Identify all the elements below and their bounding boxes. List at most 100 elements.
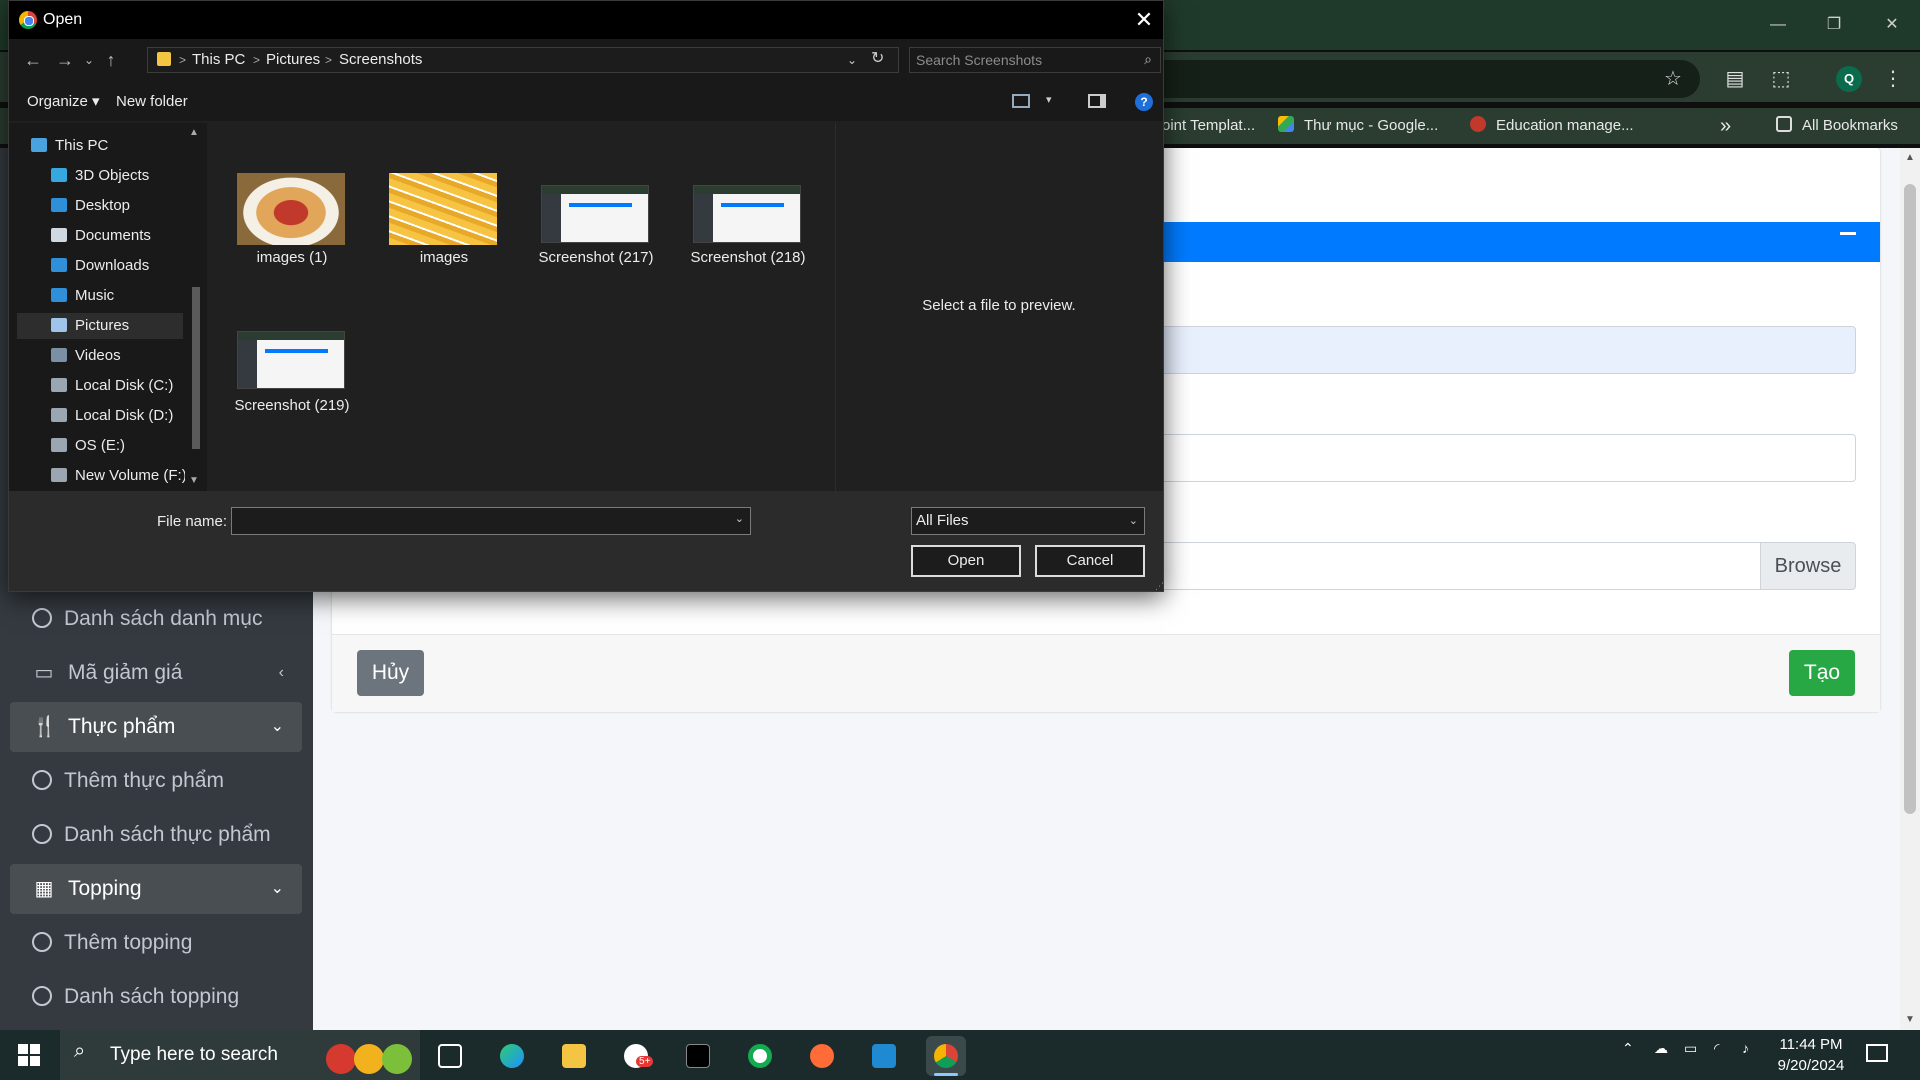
search-icon[interactable]: ⌕ [1144,51,1152,68]
tree-item-pictures[interactable]: Pictures [17,313,183,339]
notification-center-icon[interactable] [1866,1044,1888,1062]
tree-label: 3D Objects [75,167,150,184]
bookmarks-overflow-button[interactable]: » [1720,116,1731,136]
scroll-thumb[interactable] [1904,184,1916,814]
chevron-right-icon: > [253,53,261,67]
view-options-dropdown[interactable]: ▾ [1046,93,1052,106]
file-name-input[interactable] [236,511,716,531]
sidebar-item-food-list[interactable]: Danh sách thực phẩm [10,810,302,860]
tree-item-videos[interactable]: Videos [51,343,121,369]
scroll-up-icon[interactable]: ▲ [189,127,199,138]
cancel-button[interactable]: Hủy [357,650,424,696]
tree-item-disk-d[interactable]: Local Disk (D:) [51,403,173,429]
scroll-up-icon[interactable]: ▲ [1900,152,1920,163]
wifi-icon[interactable]: ◜ [1714,1040,1719,1057]
restore-icon[interactable]: ❐ [1814,10,1854,40]
file-item[interactable]: Screenshot (218) [673,165,813,285]
bookmark-star-icon[interactable]: ☆ [1660,66,1686,92]
sidebar-item-food[interactable]: 🍴 Thực phẩm ⌄ [10,702,302,752]
tree-item-music[interactable]: Music [51,283,114,309]
card-header [1150,222,1880,262]
all-bookmarks-button[interactable]: All Bookmarks [1776,116,1898,136]
breadcrumb-item[interactable]: Pictures [266,49,320,71]
terminal-icon[interactable] [678,1036,718,1076]
sidebar-item-category-list[interactable]: Danh sách danh mục [10,594,302,644]
extensions-icon[interactable]: ⬚ [1768,66,1794,92]
file-item[interactable]: images (1) [217,165,357,285]
sidebar-item-add-topping[interactable]: Thêm topping [10,918,302,968]
change-view-icon[interactable] [1012,94,1030,108]
mongodb-compass-icon[interactable] [740,1036,780,1076]
new-folder-button[interactable]: New folder [116,92,188,112]
menu-kebab-icon[interactable]: ⋮ [1880,66,1906,92]
open-button[interactable]: Open [911,545,1021,577]
cancel-button[interactable]: Cancel [1035,545,1145,577]
page-scrollbar[interactable]: ▲ ▼ [1900,148,1920,1030]
vscode-icon[interactable] [864,1036,904,1076]
file-path-field[interactable] [1150,542,1760,590]
battery-icon[interactable]: ▭ [1684,1040,1697,1057]
address-bar[interactable] [1100,60,1700,98]
sidebar-item-discount[interactable]: ▭ Mã giảm giá ‹ [10,648,302,698]
system-clock[interactable]: 11:44 PM 9/20/2024 [1766,1034,1856,1076]
breadcrumb-item[interactable]: Screenshots [339,49,422,71]
file-item[interactable]: Screenshot (219) [217,313,357,433]
tree-item-documents[interactable]: Documents [51,223,151,249]
postman-icon[interactable] [802,1036,842,1076]
file-explorer-icon[interactable] [554,1036,594,1076]
tree-item-disk-e[interactable]: OS (E:) [51,433,125,459]
close-icon[interactable]: ✕ [1129,5,1159,35]
sidebar-item-topping[interactable]: ▦ Topping ⌄ [10,864,302,914]
chrome-taskbar-icon[interactable] [926,1036,966,1076]
file-item[interactable]: images [369,165,509,285]
collapse-icon[interactable] [1840,232,1856,235]
bookmark-item[interactable]: Education manage... [1470,116,1634,136]
close-window-icon[interactable]: ✕ [1872,10,1912,40]
bookmark-item[interactable]: Thư mục - Google... [1278,116,1438,136]
tree-scrollbar[interactable]: ▲ ▼ [185,123,207,491]
scroll-down-icon[interactable]: ▼ [189,475,199,486]
preview-pane-icon[interactable] [1088,94,1106,108]
search-input[interactable] [916,50,1126,70]
chevron-down-icon[interactable]: ⌄ [735,512,744,525]
zalo-icon[interactable]: 5+ [616,1036,656,1076]
up-arrow-icon[interactable]: ↑ [97,47,125,73]
chrome-icon [19,11,37,29]
onedrive-icon[interactable]: ☁ [1654,1040,1668,1057]
organize-button[interactable]: Organize ▾ [27,92,100,112]
search-box[interactable]: ⌕ [909,47,1161,73]
bookmark-item[interactable]: oint Templat... [1162,116,1255,136]
profile-avatar[interactable]: Q [1836,66,1862,92]
windows-start-icon[interactable] [18,1044,40,1066]
reading-mode-icon[interactable]: ▤ [1722,66,1748,92]
sidebar-item-topping-list[interactable]: Danh sách topping [10,972,302,1022]
chevron-down-icon[interactable]: ⌄ [847,49,857,71]
search-icon: ⌕ [74,1040,86,1062]
tree-item-disk-f[interactable]: New Volume (F:) [51,463,187,489]
tree-item-disk-c[interactable]: Local Disk (C:) [51,373,173,399]
back-arrow-icon[interactable]: ← [19,47,47,73]
task-view-icon[interactable] [430,1036,470,1076]
form-field[interactable] [1150,326,1856,374]
sidebar-item-add-food[interactable]: Thêm thực phẩm [10,756,302,806]
help-icon[interactable]: ? [1135,93,1153,111]
form-field[interactable] [1150,434,1856,482]
file-type-select[interactable]: All Files ⌄ [911,507,1145,535]
tree-item-desktop[interactable]: Desktop [51,193,130,219]
edge-icon[interactable] [492,1036,532,1076]
volume-icon[interactable]: ♪ [1742,1040,1749,1056]
scroll-thumb[interactable] [192,287,200,449]
resize-grip-icon[interactable]: ⋰ [1155,581,1164,592]
scroll-down-icon[interactable]: ▼ [1900,1014,1920,1025]
refresh-icon[interactable]: ↻ [871,48,884,70]
create-button[interactable]: Tạo [1789,650,1855,696]
show-hidden-icons-icon[interactable]: ⌃ [1622,1040,1634,1057]
breadcrumb-item[interactable]: This PC [192,49,245,71]
browse-button[interactable]: Browse [1760,542,1856,590]
tree-item-this-pc[interactable]: This PC [31,133,108,159]
file-name-field[interactable]: ⌄ [231,507,751,535]
tree-item-3d-objects[interactable]: 3D Objects [51,163,149,189]
file-item[interactable]: Screenshot (217) [521,165,661,285]
minimize-icon[interactable]: — [1758,10,1798,40]
tree-item-downloads[interactable]: Downloads [51,253,149,279]
